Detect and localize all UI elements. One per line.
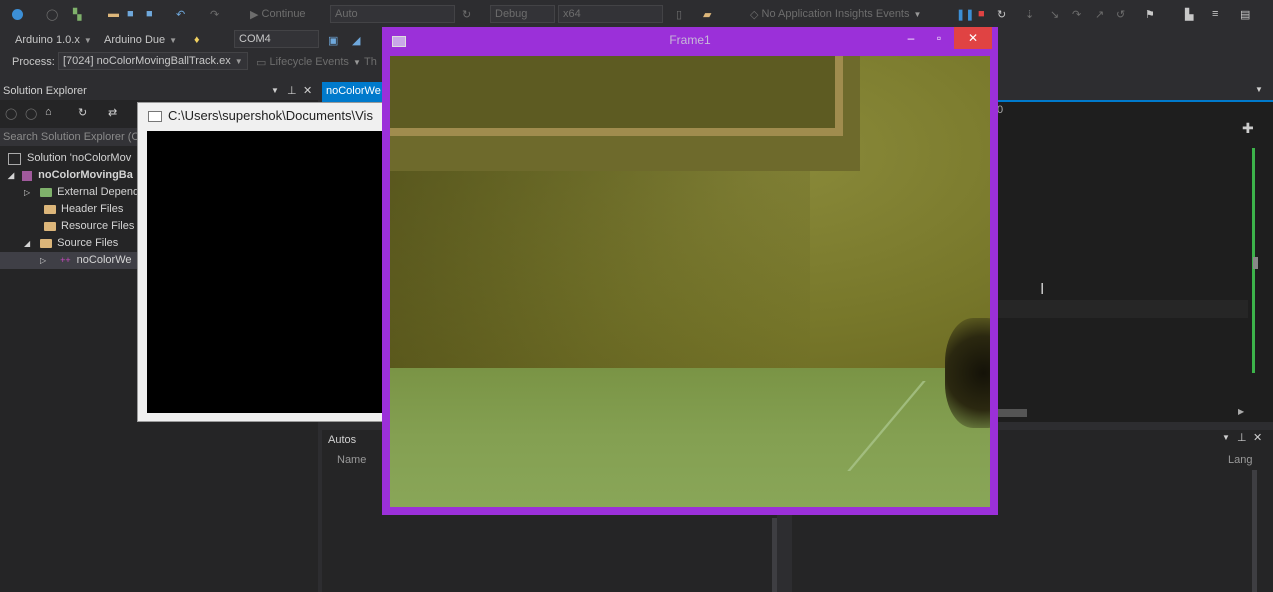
vertical-scroll-thumb[interactable] xyxy=(1253,257,1258,269)
pane-menu-icon[interactable]: ▼ xyxy=(1222,433,1230,442)
frame-window: Frame1 – ▫ ✕ xyxy=(382,27,998,515)
layout-icon[interactable]: ▙ xyxy=(1185,5,1193,23)
text-cursor-icon: Ⅰ xyxy=(1040,281,1045,298)
serial-monitor-icon[interactable]: ▣ xyxy=(328,31,338,49)
explorer-icon[interactable]: ▰ xyxy=(703,5,711,23)
insights-dropdown[interactable]: ◇ No Application Insights Events ▼ xyxy=(750,5,921,23)
board-dropdown[interactable]: Arduino Due ▼ xyxy=(104,31,177,49)
picture-frame-inner xyxy=(390,56,843,136)
close-button[interactable]: ✕ xyxy=(954,27,992,49)
comment-icon[interactable]: ▤ xyxy=(1240,5,1250,23)
save-icon[interactable]: ■ xyxy=(127,5,134,23)
tree-item-resource-files[interactable]: Resource Files xyxy=(44,218,134,235)
config-dropdown[interactable]: Debug xyxy=(490,5,555,23)
autos-title: Autos xyxy=(328,434,357,446)
thread-label: Th xyxy=(364,56,377,68)
step-out-icon[interactable]: ↗ xyxy=(1095,5,1104,23)
maximize-button[interactable]: ▫ xyxy=(926,27,952,49)
continue-button[interactable]: ▶ Continue xyxy=(250,5,306,23)
tree-item-header-files[interactable]: Header Files xyxy=(44,201,123,218)
console-app-icon xyxy=(148,111,162,122)
device-icon[interactable]: ▯ xyxy=(676,5,682,23)
console-output xyxy=(147,131,388,413)
autos-dropdown[interactable]: Auto xyxy=(330,5,455,23)
shadow-region xyxy=(390,171,810,376)
chart-icon[interactable]: ◢ xyxy=(352,31,360,49)
step-into-icon[interactable]: ↘ xyxy=(1050,5,1059,23)
horizontal-scroll-thumb[interactable] xyxy=(997,409,1027,417)
back-icon[interactable] xyxy=(12,5,23,23)
frame-title-bar[interactable]: Frame1 – ▫ ✕ xyxy=(382,27,998,55)
home-icon[interactable]: ⌂ xyxy=(45,106,52,118)
pin-icon[interactable]: ⊥ xyxy=(1237,431,1247,444)
console-window: C:\Users\supershok\Documents\Vis xyxy=(137,102,389,422)
open-file-icon[interactable]: ▬ xyxy=(108,5,119,23)
tree-item-project[interactable]: ◢ noColorMovingBa xyxy=(8,167,133,184)
expand-icon[interactable]: ✚ xyxy=(1242,120,1254,137)
tab-list-icon[interactable]: ▼ xyxy=(1255,85,1263,94)
sync-icon[interactable]: ⇄ xyxy=(108,106,117,119)
show-next-icon[interactable]: ⇣ xyxy=(1025,5,1034,23)
solution-explorer-title: Solution Explorer ▼ ⊥ ✕ xyxy=(0,82,318,100)
process-label: Process: xyxy=(12,56,55,68)
forward-icon[interactable]: ◯ xyxy=(46,5,58,23)
pin-icon[interactable]: ⊥ xyxy=(287,82,297,100)
new-project-icon[interactable]: ▚ xyxy=(73,5,81,23)
platform-dropdown[interactable]: x64 xyxy=(558,5,663,23)
camera-feed-image xyxy=(390,56,990,507)
tree-item-solution[interactable]: Solution 'noColorMov xyxy=(8,150,131,167)
close-pane-icon[interactable]: ✕ xyxy=(303,82,312,100)
thread-icon[interactable]: ⚑ xyxy=(1145,5,1155,23)
pane-scrollbar[interactable] xyxy=(1252,470,1257,592)
stop-icon[interactable]: ■ xyxy=(978,5,985,23)
lifecycle-events-button[interactable]: ▭ Lifecycle Events ▼ xyxy=(256,53,361,71)
redo-icon[interactable]: ↷ xyxy=(210,5,219,23)
tracked-ball xyxy=(945,318,990,428)
port-dropdown[interactable]: COM4 xyxy=(234,30,319,48)
back-icon[interactable]: ◯ xyxy=(5,107,17,120)
pause-icon[interactable]: ❚❚ xyxy=(956,5,974,23)
process-dropdown[interactable]: [7024] noColorMovingBallTrack.ex ▼ xyxy=(58,52,248,70)
step-over-icon[interactable]: ↷ xyxy=(1072,5,1081,23)
restart-icon[interactable]: ↻ xyxy=(997,5,1006,23)
refresh-icon[interactable]: ↻ xyxy=(78,106,87,119)
tree-item-source-files[interactable]: ◢ Source Files xyxy=(24,235,118,252)
board-version-dropdown[interactable]: Arduino 1.0.x ▼ xyxy=(15,31,92,49)
undo-icon[interactable]: ↶ xyxy=(176,5,185,23)
forward-icon[interactable]: ◯ xyxy=(25,107,37,120)
scroll-right-icon[interactable]: ▶ xyxy=(1238,407,1244,416)
main-toolbar: ◯ ▚ ▬ ■ ■ ↶ ↷ ▶ Continue Auto ↻ Debug x6… xyxy=(0,0,1273,29)
tab-source-file[interactable]: noColorWe xyxy=(322,82,385,100)
hex-icon[interactable]: ↺ xyxy=(1116,5,1125,23)
autos-scrollbar[interactable] xyxy=(772,518,777,592)
save-all-icon[interactable]: ■ xyxy=(146,5,153,23)
autos-name-header: Name xyxy=(337,454,367,466)
pane-menu-icon[interactable]: ▼ xyxy=(271,82,279,100)
tree-item-external[interactable]: ▷ External Depend xyxy=(24,184,139,201)
format-icon[interactable]: ≡ xyxy=(1212,5,1218,23)
minimize-button[interactable]: – xyxy=(898,27,924,49)
current-line-highlight xyxy=(997,300,1248,318)
search-placeholder: Search Solution Explorer (C xyxy=(3,131,140,143)
refresh-icon[interactable]: ↻ xyxy=(462,5,471,23)
console-title: C:\Users\supershok\Documents\Vis xyxy=(168,108,373,123)
close-pane-icon[interactable]: ✕ xyxy=(1253,431,1262,444)
lang-header: Lang xyxy=(1228,454,1253,466)
console-title-bar[interactable]: C:\Users\supershok\Documents\Vis xyxy=(138,103,388,129)
bulb-icon[interactable]: ♦ xyxy=(194,31,200,49)
